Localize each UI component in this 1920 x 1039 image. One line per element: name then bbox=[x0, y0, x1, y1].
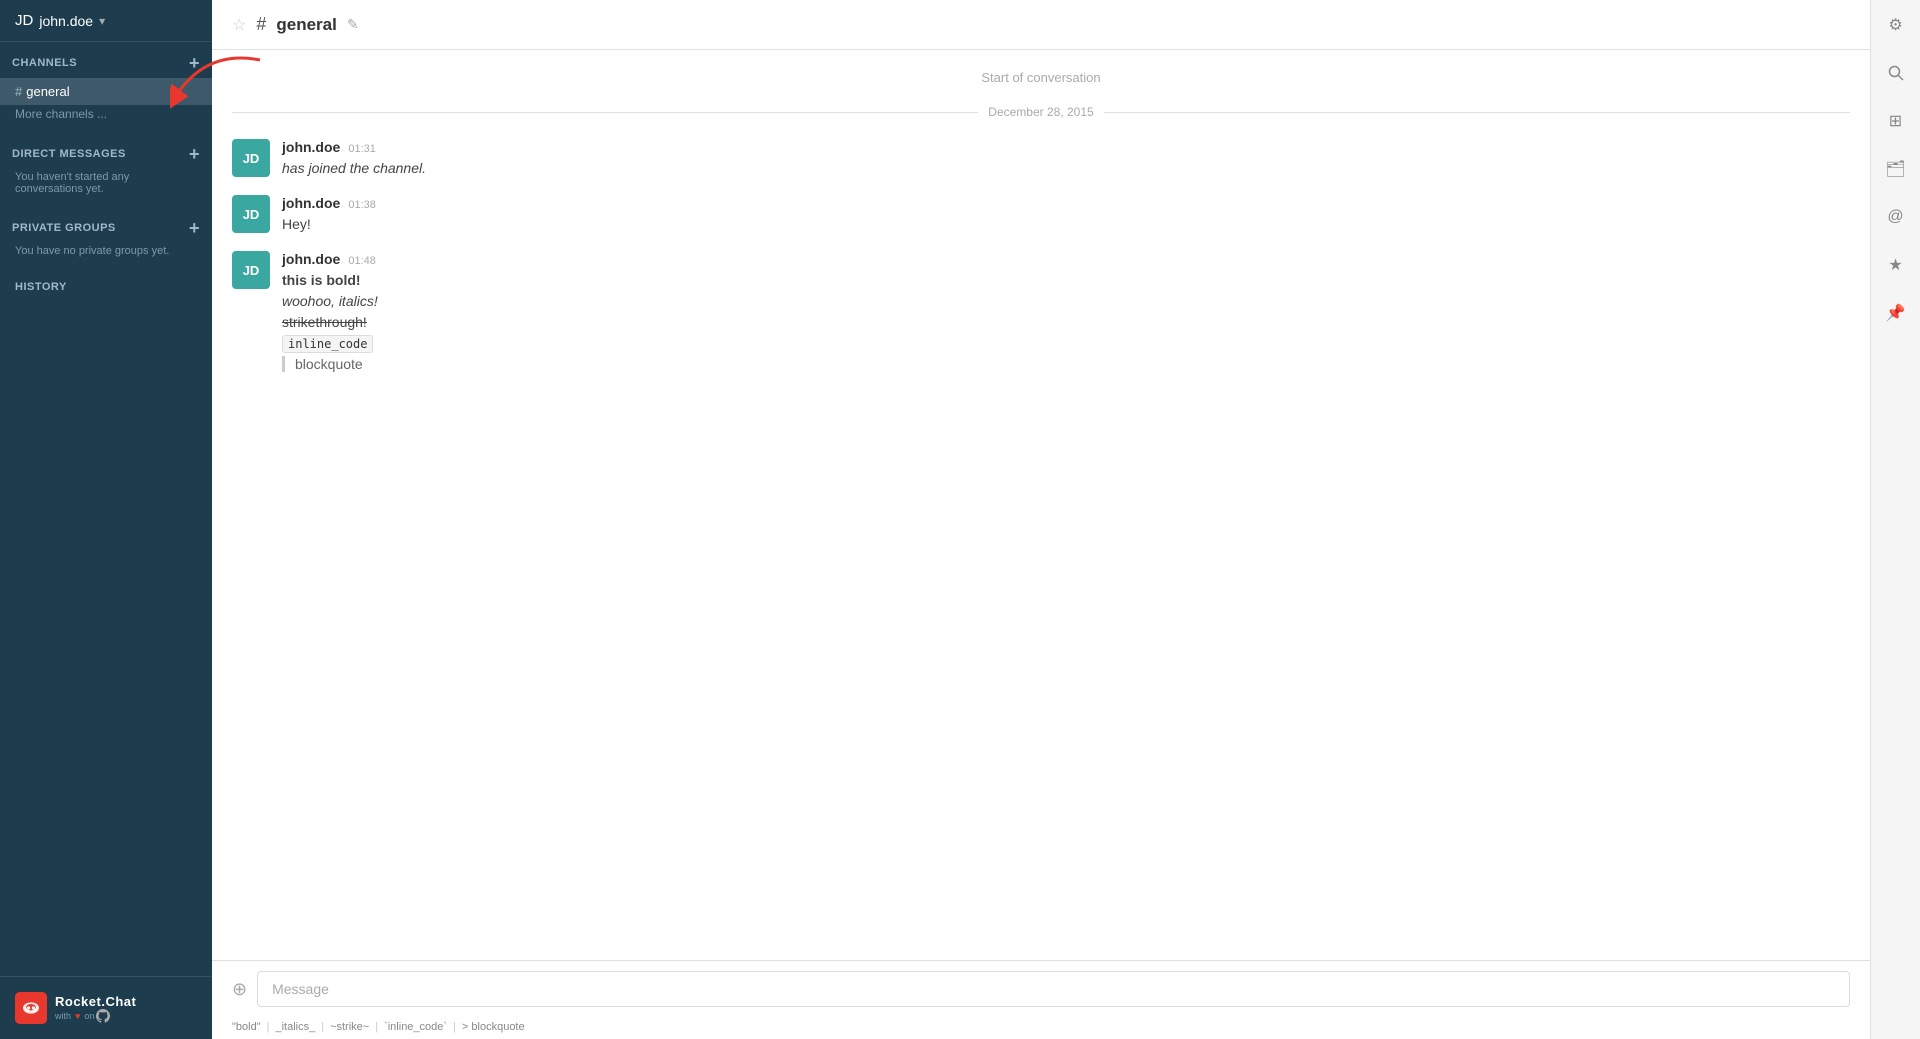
dm-label: DIRECT MESSAGES bbox=[12, 148, 126, 160]
sidebar-user-header[interactable]: JD john.doe ▾ bbox=[0, 0, 212, 42]
message-time: 01:48 bbox=[348, 255, 376, 267]
rocket-chat-text: Rocket.Chat with ♥ on bbox=[55, 994, 136, 1023]
message-item: JD john.doe 01:48 this is bold! woohoo, … bbox=[232, 251, 1850, 375]
avatar: JD bbox=[232, 251, 270, 289]
search-icon[interactable] bbox=[1881, 58, 1911, 88]
divider-line-right bbox=[1104, 112, 1850, 113]
message-meta: john.doe 01:31 bbox=[282, 139, 1850, 155]
upload-button[interactable]: ⊕ bbox=[232, 979, 247, 1000]
pg-label: PRIVATE GROUPS bbox=[12, 222, 116, 234]
right-sidebar: ⚙ ⊞ 🗂 @ ★ 📌 bbox=[1870, 0, 1920, 1039]
channels-section: CHANNELS + # general More channels ... bbox=[0, 42, 212, 133]
main-chat: ☆ # general ✎ Start of conversation Dece… bbox=[212, 0, 1870, 1039]
add-group-button[interactable]: + bbox=[189, 219, 200, 237]
hash-icon: # bbox=[15, 84, 22, 99]
format-hint-blockquote: > blockquote bbox=[462, 1021, 525, 1033]
app-title: Rocket.Chat bbox=[55, 994, 136, 1009]
chat-header: ☆ # general ✎ bbox=[212, 0, 1870, 50]
message-meta: john.doe 01:38 bbox=[282, 195, 1850, 211]
history-section: HISTORY bbox=[0, 269, 212, 303]
channels-label: CHANNELS bbox=[12, 57, 77, 69]
channel-name: general bbox=[26, 84, 69, 99]
private-groups-section: PRIVATE GROUPS + You have no private gro… bbox=[0, 207, 212, 269]
format-hint-bar: "bold" | _italics_ | ~strike~ | `inline_… bbox=[212, 1017, 1870, 1039]
message-body: john.doe 01:38 Hey! bbox=[282, 195, 1850, 235]
at-mention-icon[interactable]: @ bbox=[1881, 202, 1911, 232]
avatar[interactable]: JD bbox=[15, 12, 33, 29]
star-icon[interactable]: ★ bbox=[1881, 250, 1911, 280]
format-hint-italic: _italics_ bbox=[275, 1021, 315, 1033]
star-channel-button[interactable]: ☆ bbox=[232, 15, 246, 35]
date-divider: December 28, 2015 bbox=[232, 105, 1850, 119]
add-channel-button[interactable]: + bbox=[189, 54, 200, 72]
blockquote: blockquote bbox=[282, 356, 363, 372]
message-author: john.doe bbox=[282, 139, 340, 155]
user-menu[interactable]: JD john.doe ▾ bbox=[15, 12, 105, 29]
github-icon bbox=[96, 1009, 110, 1023]
channel-item-general[interactable]: # general bbox=[0, 78, 212, 105]
message-input-bar: ⊕ bbox=[212, 960, 1870, 1017]
settings-icon[interactable]: ⚙ bbox=[1881, 10, 1911, 40]
chevron-down-icon: ▾ bbox=[99, 14, 105, 28]
add-dm-button[interactable]: + bbox=[189, 145, 200, 163]
inline-code: inline_code bbox=[282, 335, 373, 353]
message-item: JD john.doe 01:31 has joined the channel… bbox=[232, 139, 1850, 179]
message-body: john.doe 01:48 this is bold! woohoo, ita… bbox=[282, 251, 1850, 375]
rocket-chat-icon bbox=[15, 992, 47, 1024]
message-text: this is bold! woohoo, italics! strikethr… bbox=[282, 270, 1850, 375]
sidebar: JD john.doe ▾ CHANNELS + # general More … bbox=[0, 0, 212, 1039]
pg-section-header: PRIVATE GROUPS + bbox=[0, 219, 212, 243]
message-author: john.doe bbox=[282, 251, 340, 267]
history-label[interactable]: HISTORY bbox=[15, 281, 67, 293]
direct-messages-section: DIRECT MESSAGES + You haven't started an… bbox=[0, 133, 212, 207]
format-hint-bold: "bold" bbox=[232, 1021, 261, 1033]
channel-title: general bbox=[276, 15, 336, 35]
format-hint-strike: ~strike~ bbox=[330, 1021, 369, 1033]
avatar: JD bbox=[232, 139, 270, 177]
divider-line-left bbox=[232, 112, 978, 113]
more-channels-link[interactable]: More channels ... bbox=[0, 105, 212, 129]
message-time: 01:38 bbox=[348, 199, 376, 211]
message-author: john.doe bbox=[282, 195, 340, 211]
channel-hash: # bbox=[256, 14, 266, 35]
dm-section-header: DIRECT MESSAGES + bbox=[0, 145, 212, 169]
edit-channel-button[interactable]: ✎ bbox=[347, 16, 359, 33]
format-hint-code: `inline_code` bbox=[384, 1021, 447, 1033]
start-of-conversation: Start of conversation bbox=[232, 70, 1850, 85]
sidebar-footer: Rocket.Chat with ♥ on bbox=[0, 976, 212, 1039]
message-body: john.doe 01:31 has joined the channel. bbox=[282, 139, 1850, 179]
date-divider-text: December 28, 2015 bbox=[988, 105, 1093, 119]
message-text: has joined the channel. bbox=[282, 158, 1850, 179]
pin-icon[interactable]: 📌 bbox=[1881, 298, 1911, 328]
message-time: 01:31 bbox=[348, 143, 376, 155]
avatar: JD bbox=[232, 195, 270, 233]
chat-messages-area: Start of conversation December 28, 2015 … bbox=[212, 50, 1870, 960]
app-subtitle: with ♥ on bbox=[55, 1009, 136, 1023]
channels-section-header: CHANNELS + bbox=[0, 54, 212, 78]
username-label: john.doe bbox=[39, 13, 93, 29]
message-input[interactable] bbox=[257, 971, 1850, 1007]
rocket-chat-logo: Rocket.Chat with ♥ on bbox=[15, 992, 197, 1024]
message-text: Hey! bbox=[282, 214, 1850, 235]
apps-icon[interactable]: ⊞ bbox=[1881, 106, 1911, 136]
message-meta: john.doe 01:48 bbox=[282, 251, 1850, 267]
message-item: JD john.doe 01:38 Hey! bbox=[232, 195, 1850, 235]
no-pg-note: You have no private groups yet. bbox=[0, 243, 212, 265]
no-dm-note: You haven't started any conversations ye… bbox=[0, 169, 212, 203]
folder-icon[interactable]: 🗂 bbox=[1881, 154, 1911, 184]
